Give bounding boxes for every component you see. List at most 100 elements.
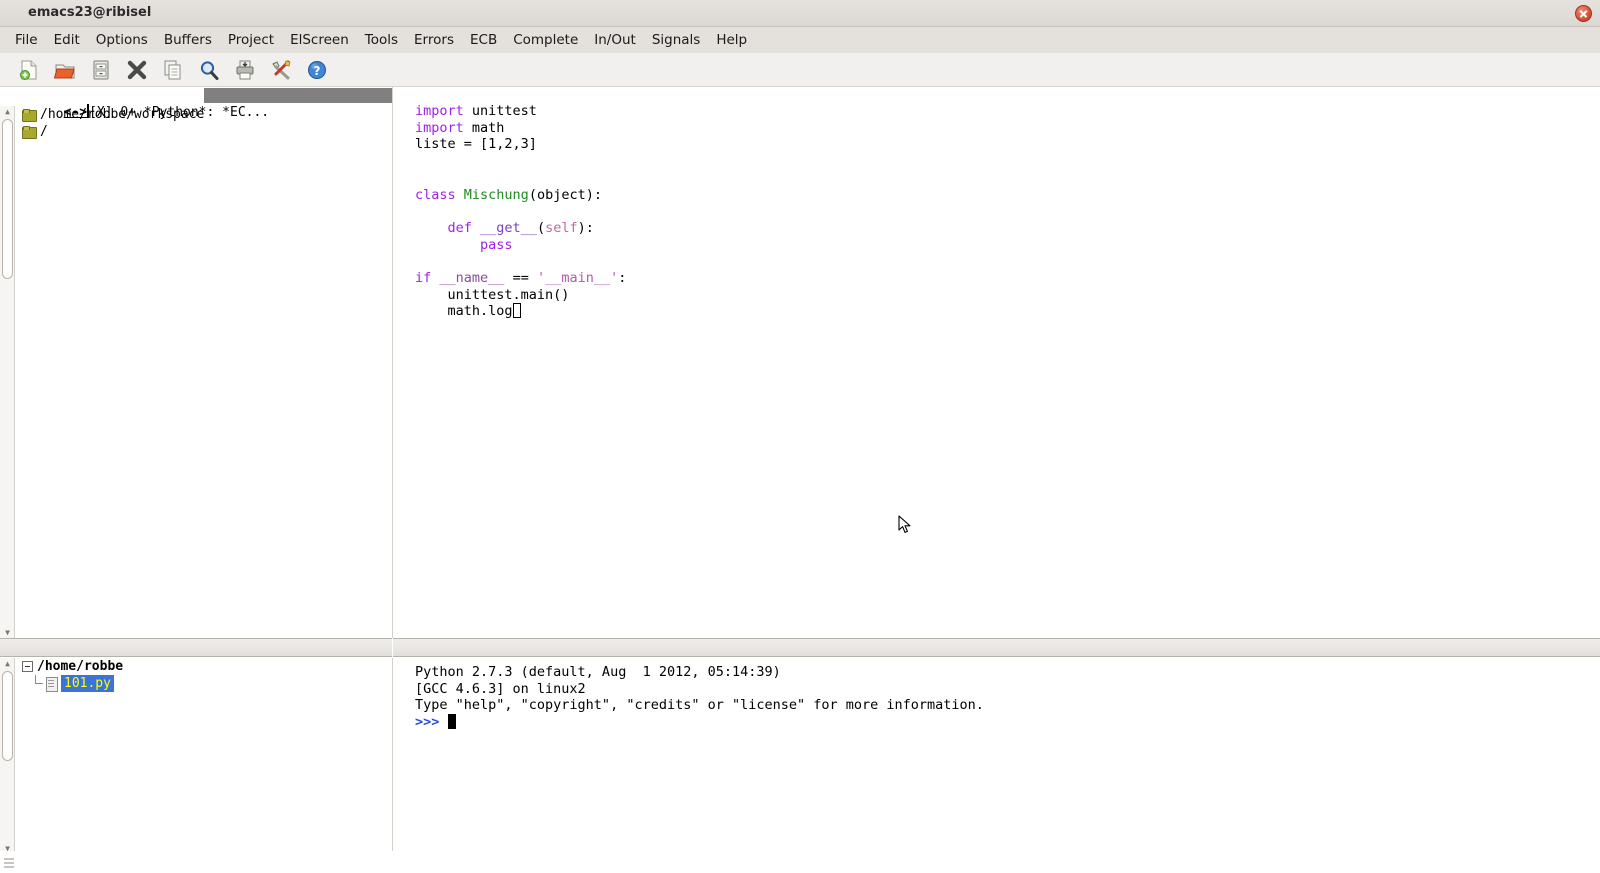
menu-item-tools[interactable]: Tools [357,30,406,50]
tool-bar: ? [0,53,1600,87]
code-token: (object): [528,186,602,203]
code-token: ( [536,219,546,236]
elscreen-tab-line[interactable]: <-> [X] 0+ *Python*: *EC... [0,87,392,120]
menu-item-project[interactable]: Project [220,30,282,50]
shell-line: Type "help", "copyright", "credits" or "… [415,697,984,714]
menu-item-signals[interactable]: Signals [644,30,709,50]
resize-grip-icon[interactable] [2,856,16,872]
directory-list: /home/robbe/workspace / [0,106,392,140]
code-token: math.log [415,303,513,320]
tools-icon[interactable] [266,56,296,84]
shell-prompt-line[interactable]: >>> [415,714,984,731]
ecb-directories-window[interactable]: <-> [X] 0+ *Python*: *EC... /home/robbe/w… [0,87,392,638]
tab-line-filler [204,88,392,103]
menu-item-errors[interactable]: Errors [406,30,462,50]
code-line: liste = [1,2,3] [415,136,626,153]
shell-output[interactable]: Python 2.7.3 (default, Aug 1 2012, 05:14… [415,664,984,731]
folder-icon [22,126,37,139]
title-bar: emacs23@ribisel [0,0,1600,27]
text-cursor [512,303,521,319]
code-token: : [618,270,627,287]
code-token: Mischung [463,186,529,203]
search-icon[interactable] [194,56,224,84]
shell-cursor [447,714,456,730]
code-line: math.log [415,303,626,320]
code-line: import unittest [415,103,626,120]
code-token: def [447,219,472,236]
new-file-icon[interactable] [14,56,44,84]
ecb-directories-modeline: W-0 /home/robbe [0,638,392,657]
help-icon[interactable]: ? [302,56,332,84]
menu-item-ecb[interactable]: ECB [462,30,505,50]
scroll-up-arrow[interactable]: ▲ [1,106,14,117]
tree-file-label[interactable]: 101.py [61,675,114,692]
save-cabinet-icon[interactable] [86,56,116,84]
directory-entry[interactable]: / [0,123,392,140]
menu-item-in-out[interactable]: In/Out [586,30,644,50]
code-line: if __name__ == '__main__': [415,270,626,287]
code-token: liste = [1,2,3] [415,136,537,153]
menu-item-options[interactable]: Options [88,30,156,50]
close-x-icon[interactable] [122,56,152,84]
code-token: class [415,186,456,203]
code-token: if [415,270,432,287]
menu-item-complete[interactable]: Complete [505,30,586,50]
code-token: '__main__' [536,270,619,287]
code-editor-window[interactable]: import unittest import math liste = [1,2,3… [393,87,1600,638]
shell-line: Python 2.7.3 (default, Aug 1 2012, 05:14… [415,664,781,680]
code-line: unittest.main() [415,287,626,304]
collapse-toggle-icon[interactable] [22,661,33,672]
shell-prompt: >>> [415,714,440,731]
directory-entry-label: /home/robbe/workspace [40,107,205,122]
code-line: pass [415,237,626,254]
scroll-thumb[interactable] [2,119,13,279]
window-title: emacs23@ribisel [28,5,152,20]
code-token: unittest [463,103,537,119]
tree-root-label: /home/robbe [37,659,124,674]
svg-text:?: ? [314,64,321,78]
code-token: pass [480,236,513,253]
tree-root-row[interactable]: /home/robbe [0,658,392,675]
code-token: == [504,270,537,287]
scroll-up-arrow[interactable]: ▲ [1,658,14,669]
shell-line: [GCC 4.6.3] on linux2 [415,680,586,697]
ecb-history-window[interactable]: /home/robbe 101.py [0,658,392,854]
menu-item-elscreen[interactable]: ElScreen [282,30,357,50]
window-close-button[interactable] [1575,5,1592,22]
code-line: class Mischung(object): [415,187,626,204]
open-folder-icon[interactable] [50,56,80,84]
minibuffer[interactable] [0,851,1600,873]
code-token: import [415,119,464,136]
menu-item-edit[interactable]: Edit [46,30,88,50]
code-token: math [463,119,505,136]
code-token: __get__ [480,219,537,236]
code-token: self [545,219,578,236]
menu-item-buffers[interactable]: Buffers [156,30,220,50]
code-token: import [415,103,464,119]
scroll-thumb[interactable] [2,671,13,761]
emacs-window: emacs23@ribisel File Edit Options Buffers Pr… [0,0,1600,873]
menu-item-help[interactable]: Help [708,30,755,50]
copy-icon[interactable] [158,56,188,84]
folder-icon [22,109,37,122]
menu-bar: File Edit Options Buffers Project ElScreen Too… [0,27,1600,53]
code-line: def __get__(self): [415,220,626,237]
frame-left-gutter[interactable]: ▲ ▼ [0,106,15,638]
code-text[interactable]: import unittest import math liste = [1,2,3… [415,103,626,320]
menu-item-file[interactable]: File [7,30,46,50]
directory-entry[interactable]: /home/robbe/workspace [0,106,392,123]
code-buffer-modeline: --:**- 101.py All (14,12) [0] (Py Outl y… [393,638,1600,657]
python-shell-window[interactable]: Python 2.7.3 (default, Aug 1 2012, 05:14… [393,658,1600,854]
tree-file-row[interactable]: 101.py [0,675,392,692]
history-left-gutter[interactable]: ▲ ▼ [0,658,15,854]
scroll-down-arrow[interactable]: ▼ [1,627,14,638]
print-icon[interactable] [230,56,260,84]
